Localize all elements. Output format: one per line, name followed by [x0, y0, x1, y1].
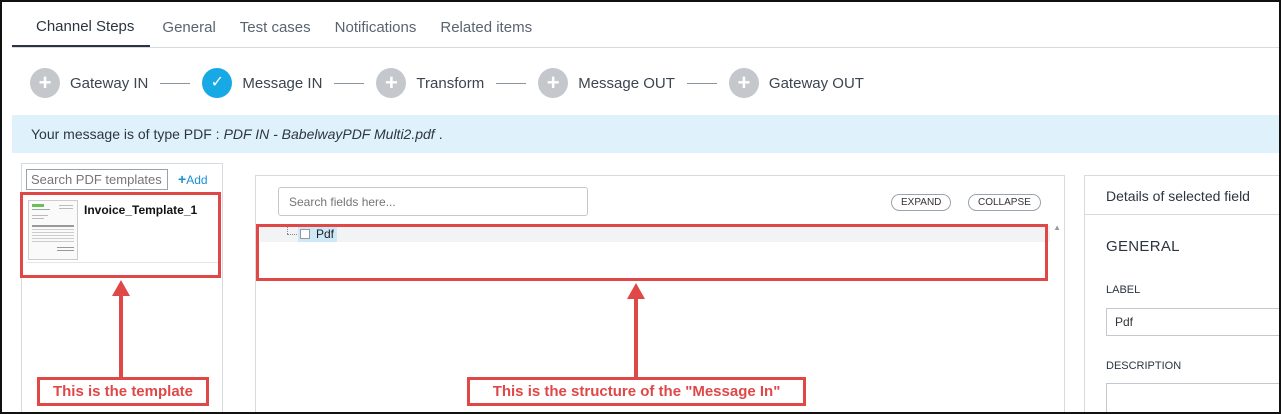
- tree-scrollbar[interactable]: ▲: [1050, 221, 1064, 413]
- channel-steps: + Gateway IN ✓ Message IN + Transform + …: [30, 67, 864, 99]
- tab-bar: Channel Steps General Test cases Notific…: [12, 8, 1279, 48]
- step-label: Gateway IN: [70, 74, 149, 92]
- step-label: Transform: [416, 74, 485, 92]
- plus-icon: +: [538, 68, 569, 98]
- field-search-input[interactable]: [278, 187, 588, 216]
- section-title: GENERAL: [1106, 238, 1180, 255]
- field-details-panel: Details of selected field GENERAL LABEL …: [1084, 175, 1281, 414]
- annotation-arrow-template: [112, 280, 130, 378]
- tab-channel-steps[interactable]: Channel Steps: [12, 8, 151, 47]
- tab-notifications[interactable]: Notifications: [323, 8, 429, 47]
- banner-suffix: .: [438, 126, 443, 142]
- plus-icon: +: [30, 68, 60, 98]
- banner-prefix: Your message is of type PDF :: [31, 126, 220, 142]
- label-field-title: LABEL: [1106, 284, 1141, 296]
- scroll-up-icon[interactable]: ▲: [1053, 223, 1061, 232]
- description-input[interactable]: [1106, 383, 1281, 414]
- step-transform[interactable]: + Transform: [376, 68, 484, 98]
- tab-related-items[interactable]: Related items: [428, 8, 544, 47]
- check-icon: ✓: [202, 68, 233, 98]
- tree-row-highlight: [260, 226, 1050, 242]
- step-label: Gateway OUT: [768, 74, 864, 92]
- expand-button[interactable]: EXPAND: [891, 194, 952, 211]
- tree-node-label: Pdf: [316, 227, 335, 241]
- step-connector: [160, 82, 191, 84]
- tab-test-cases[interactable]: Test cases: [228, 8, 323, 47]
- step-label: Message IN: [242, 74, 323, 92]
- step-message-in[interactable]: ✓ Message IN: [202, 68, 322, 98]
- structure-annotation-label: This is the structure of the "Message In…: [467, 377, 806, 406]
- add-template-button[interactable]: +Add: [178, 171, 208, 187]
- annotation-arrow-structure: [627, 283, 645, 378]
- add-label: Add: [186, 173, 208, 187]
- template-search-input[interactable]: [26, 169, 168, 190]
- step-connector: [334, 82, 365, 84]
- plus-icon: +: [178, 171, 187, 187]
- details-header: Details of selected field: [1085, 176, 1281, 215]
- step-connector: [686, 82, 717, 84]
- message-type-banner: Your message is of type PDF : PDF IN - B…: [12, 115, 1279, 153]
- collapse-button[interactable]: COLLAPSE: [968, 194, 1041, 211]
- step-label: Message OUT: [578, 74, 675, 92]
- node-checkbox-icon[interactable]: [300, 229, 310, 239]
- tree-node-pdf[interactable]: Pdf: [298, 226, 338, 242]
- tab-general[interactable]: General: [150, 8, 227, 47]
- template-name: Invoice_Template_1: [84, 203, 198, 217]
- template-thumbnail: [28, 200, 78, 260]
- step-connector: [496, 82, 527, 84]
- template-annotation-label: This is the template: [37, 377, 209, 406]
- step-gateway-in[interactable]: + Gateway IN: [30, 68, 148, 98]
- plus-icon: +: [376, 68, 407, 98]
- tree-connector: [287, 226, 288, 234]
- banner-filename: PDF IN - BabelwayPDF Multi2.pdf: [223, 126, 435, 142]
- tree-connector: [287, 234, 297, 235]
- description-field-title: DESCRIPTION: [1106, 360, 1182, 372]
- step-gateway-out[interactable]: + Gateway OUT: [728, 68, 864, 98]
- step-message-out[interactable]: + Message OUT: [538, 68, 675, 98]
- template-list-item[interactable]: Invoice_Template_1: [26, 197, 219, 263]
- label-input[interactable]: Pdf: [1106, 308, 1281, 336]
- plus-icon: +: [728, 68, 759, 98]
